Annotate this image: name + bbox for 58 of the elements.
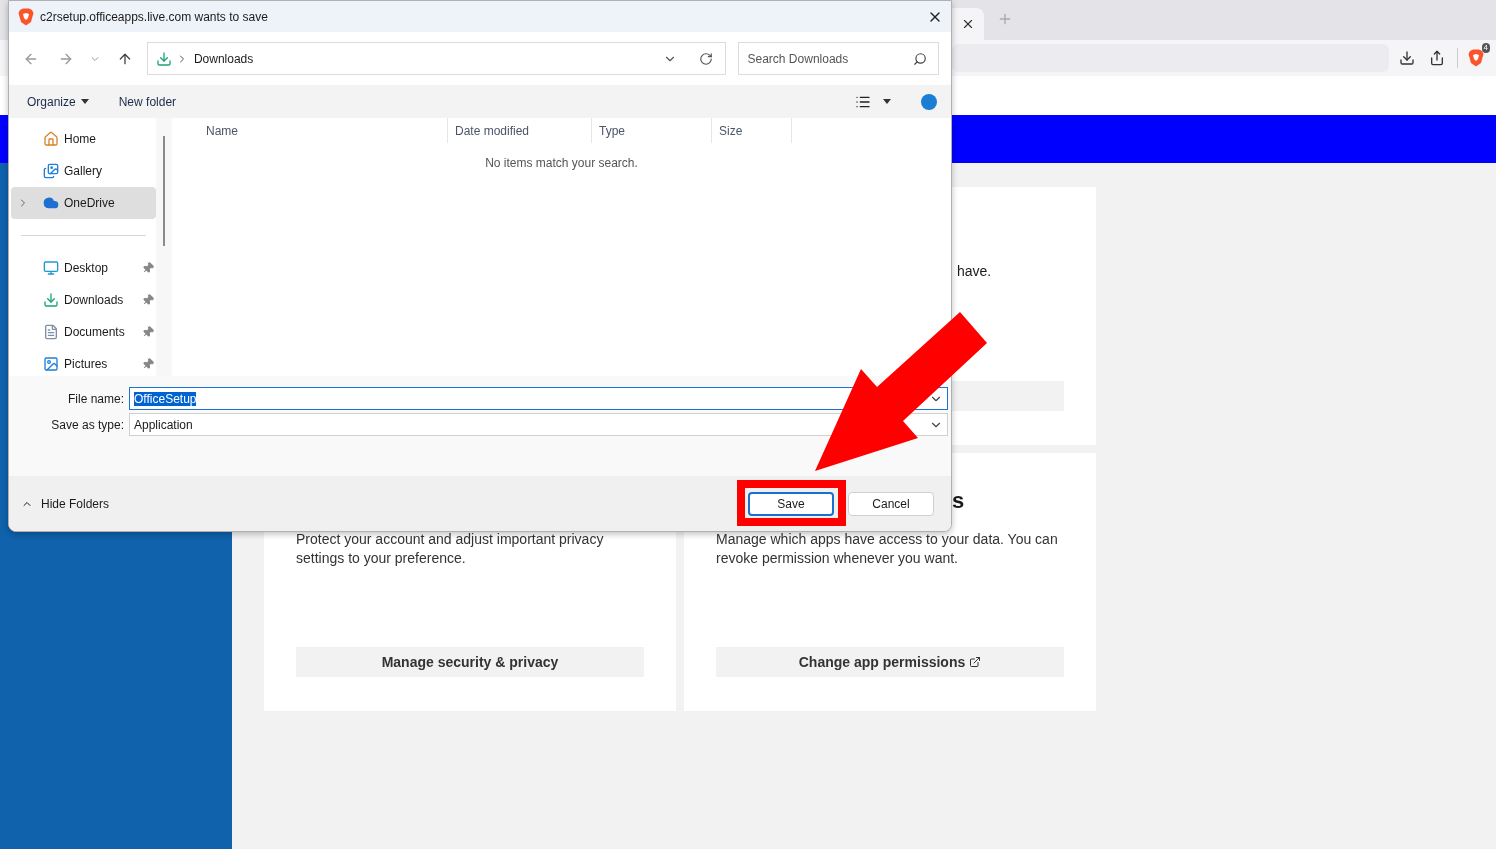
search-icon[interactable] (913, 52, 928, 66)
nav-label: Desktop (64, 260, 110, 277)
external-link-icon (969, 656, 982, 668)
nav-label: Home (64, 131, 97, 148)
home-icon (43, 131, 59, 147)
action-button[interactable]: Manage security & privacy (296, 647, 644, 677)
column-header[interactable]: Type (592, 118, 712, 143)
caret-icon (80, 99, 89, 104)
nav-item[interactable]: OneDrive (11, 187, 156, 219)
file-type-dropdown[interactable]: Application (129, 413, 948, 436)
column-header[interactable]: Size (712, 118, 792, 143)
nav-item[interactable]: Home (11, 123, 156, 155)
download-icon[interactable] (1399, 50, 1415, 66)
caret-icon[interactable] (883, 99, 891, 104)
column-header[interactable]: Name (172, 118, 448, 143)
nav-label: OneDrive (64, 195, 116, 212)
card-description: Manage which apps have access to your data. You can revoke permission whenever you want. (716, 530, 1059, 568)
share-icon[interactable] (1429, 50, 1445, 66)
desktop-icon (43, 260, 59, 276)
address-field[interactable]: Downloads (146, 42, 726, 75)
window-title: c2rsetup.officeapps.live.com wants to save (40, 8, 269, 26)
nav-label: Documents (64, 324, 126, 341)
download-icon (155, 50, 172, 67)
field-label: File name: (66, 390, 125, 408)
empty-message: No items match your search. (484, 155, 639, 172)
save-button[interactable]: Save (748, 491, 834, 516)
nav-label: Pictures (64, 356, 109, 373)
document-icon (43, 324, 59, 340)
gallery-icon (43, 163, 59, 179)
nav-item[interactable]: Gallery (11, 155, 156, 187)
field-label: Save as type: (50, 416, 125, 434)
action-button[interactable]: Change app permissions (716, 647, 1064, 677)
close-tab-icon[interactable] (961, 17, 975, 31)
nav-item[interactable]: Downloads (11, 284, 156, 316)
paragraph: have. (957, 262, 992, 281)
nav-item[interactable]: Pictures (11, 348, 156, 380)
nav-item[interactable]: Desktop (11, 252, 156, 284)
scrollbar[interactable] (163, 136, 165, 246)
lion-shield-icon[interactable] (1468, 49, 1484, 67)
column-header[interactable]: Date modified (448, 118, 592, 143)
nav-label: Downloads (64, 292, 125, 309)
cancel-button[interactable]: Cancel (848, 491, 934, 516)
count-badge: 4 (1481, 43, 1490, 53)
picture-icon (43, 356, 59, 372)
nav-item[interactable]: Documents (11, 316, 156, 348)
new-folder-button[interactable]: New folder (118, 92, 177, 111)
card-description: Protect your account and adjust important privacy settings to your preference. (296, 530, 605, 568)
cloud-icon (43, 195, 59, 211)
breadcrumb-item[interactable]: Downloads (193, 49, 663, 68)
file-name-field[interactable]: OfficeSetup (129, 387, 948, 410)
card-heading: s (952, 487, 965, 515)
hide-folders-button[interactable]: Hide Folders (21, 494, 110, 513)
lion-shield-icon[interactable] (18, 7, 34, 26)
download-icon (43, 292, 59, 308)
search-field[interactable]: Search Downloads (737, 42, 940, 75)
nav-label: Gallery (64, 163, 103, 180)
refresh-icon[interactable] (698, 51, 713, 66)
organize-button[interactable]: Organize (27, 92, 89, 111)
